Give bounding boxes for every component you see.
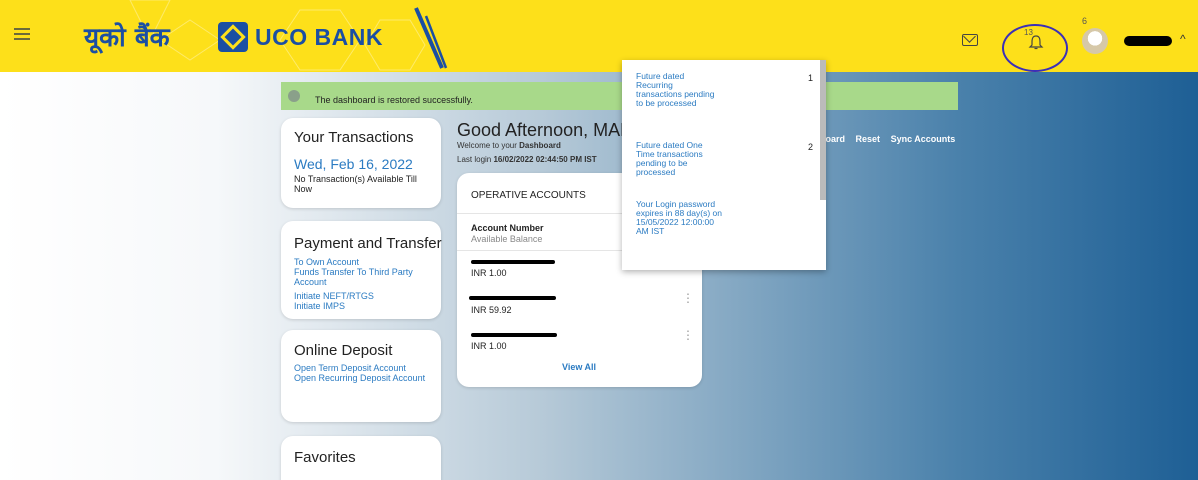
link-third-party[interactable]: Funds Transfer To Third Party Account <box>294 267 434 287</box>
avatar[interactable] <box>1082 28 1108 54</box>
notification-count: 1 <box>808 73 814 83</box>
balance-1: INR 1.00 <box>471 268 507 278</box>
link-recurring-deposit[interactable]: Open Recurring Deposit Account <box>294 373 429 383</box>
favorites-title: Favorites <box>294 449 356 466</box>
brand-slash-logo <box>414 7 448 69</box>
more-options-icon[interactable]: ⋮ <box>682 328 694 342</box>
chevron-up-icon[interactable]: ^ <box>1180 32 1186 46</box>
col-account-number: Account Number <box>471 223 544 233</box>
username-redacted[interactable] <box>1124 36 1172 46</box>
check-circle-icon <box>288 90 300 102</box>
notification-scrollbar[interactable] <box>820 60 826 200</box>
notification-item[interactable]: Future dated Recurring transactions pend… <box>636 72 716 108</box>
account-number-redacted[interactable] <box>469 296 556 300</box>
reset-button[interactable]: Reset <box>856 134 881 144</box>
balance-3: INR 1.00 <box>471 341 507 351</box>
notification-item[interactable]: Future dated One Time transactions pendi… <box>636 141 720 177</box>
bell-icon[interactable] <box>1028 34 1044 50</box>
more-options-icon[interactable]: ⋮ <box>682 291 694 305</box>
avatar-badge: 6 <box>1082 16 1088 26</box>
account-number-redacted[interactable] <box>471 260 555 264</box>
operative-title: OPERATIVE ACCOUNTS <box>471 190 586 201</box>
transactions-note: No Transaction(s) Available Till Now <box>294 174 417 194</box>
brand-hindi: यूको बैंक <box>84 23 170 53</box>
payment-title: Payment and Transfer <box>294 235 442 252</box>
last-login: Last login 16/02/2022 02:44:50 PM IST <box>457 155 597 164</box>
view-all-link[interactable]: View All <box>562 362 596 372</box>
brand-english: UCO BANK <box>255 24 383 50</box>
uco-logo-icon <box>218 22 248 52</box>
hamburger-menu-icon[interactable] <box>14 28 30 42</box>
transactions-date: Wed, Feb 16, 2022 <box>294 156 413 172</box>
link-neft-rtgs[interactable]: Initiate NEFT/RTGS <box>294 291 374 301</box>
notification-count: 2 <box>808 142 814 152</box>
success-message: The dashboard is restored successfully. <box>315 95 473 105</box>
welcome-text: Welcome to your Dashboard <box>457 141 561 150</box>
sync-accounts-button[interactable]: Sync Accounts <box>891 134 956 144</box>
dashboard-actions: board Reset Sync Accounts <box>820 134 963 144</box>
mail-icon[interactable] <box>962 34 978 46</box>
account-number-redacted[interactable] <box>471 333 557 337</box>
link-imps[interactable]: Initiate IMPS <box>294 301 345 311</box>
link-term-deposit[interactable]: Open Term Deposit Account <box>294 363 406 373</box>
deposit-title: Online Deposit <box>294 342 393 359</box>
col-available-balance: Available Balance <box>471 234 543 244</box>
transactions-title: Your Transactions <box>294 129 414 146</box>
balance-2: INR 59.92 <box>471 305 512 315</box>
greeting-title: Good Afternoon, MAN <box>457 120 634 140</box>
notification-item[interactable]: Your Login password expires in 88 day(s)… <box>636 200 728 236</box>
link-own-account[interactable]: To Own Account <box>294 257 359 267</box>
